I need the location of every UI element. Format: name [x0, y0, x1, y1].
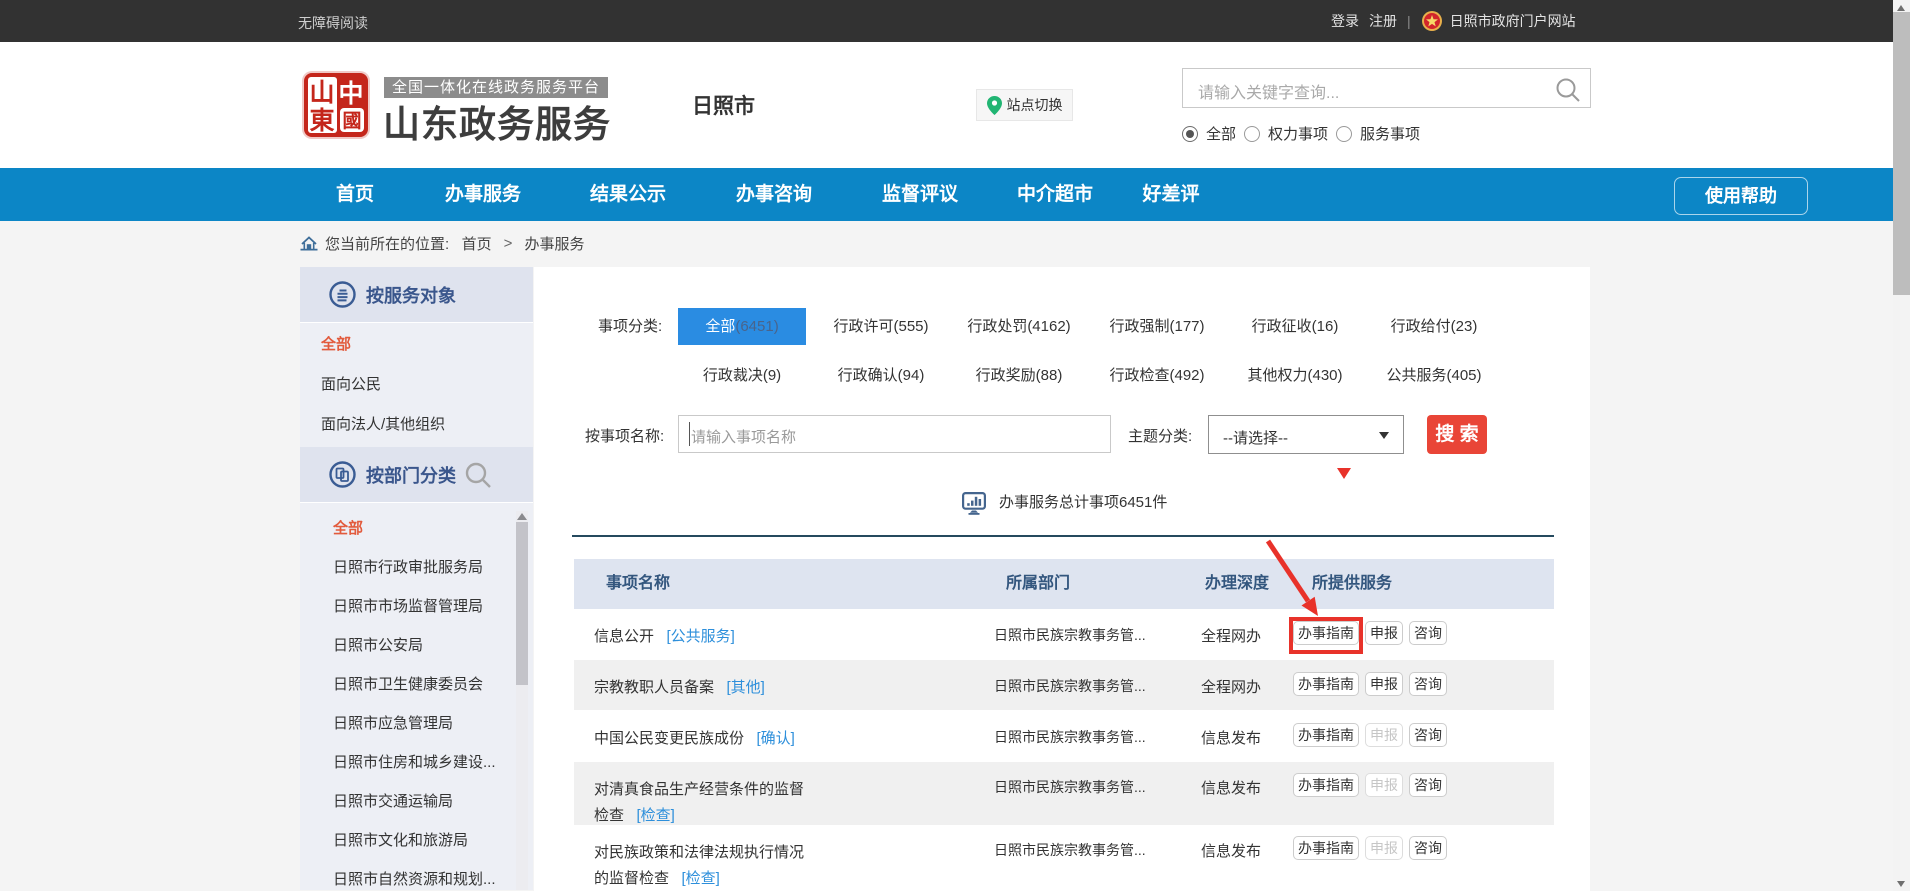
svg-text:中: 中 [338, 80, 363, 108]
svg-text:國: 國 [342, 110, 361, 132]
svg-text:東: 東 [309, 107, 334, 135]
svg-text:山: 山 [309, 79, 334, 107]
